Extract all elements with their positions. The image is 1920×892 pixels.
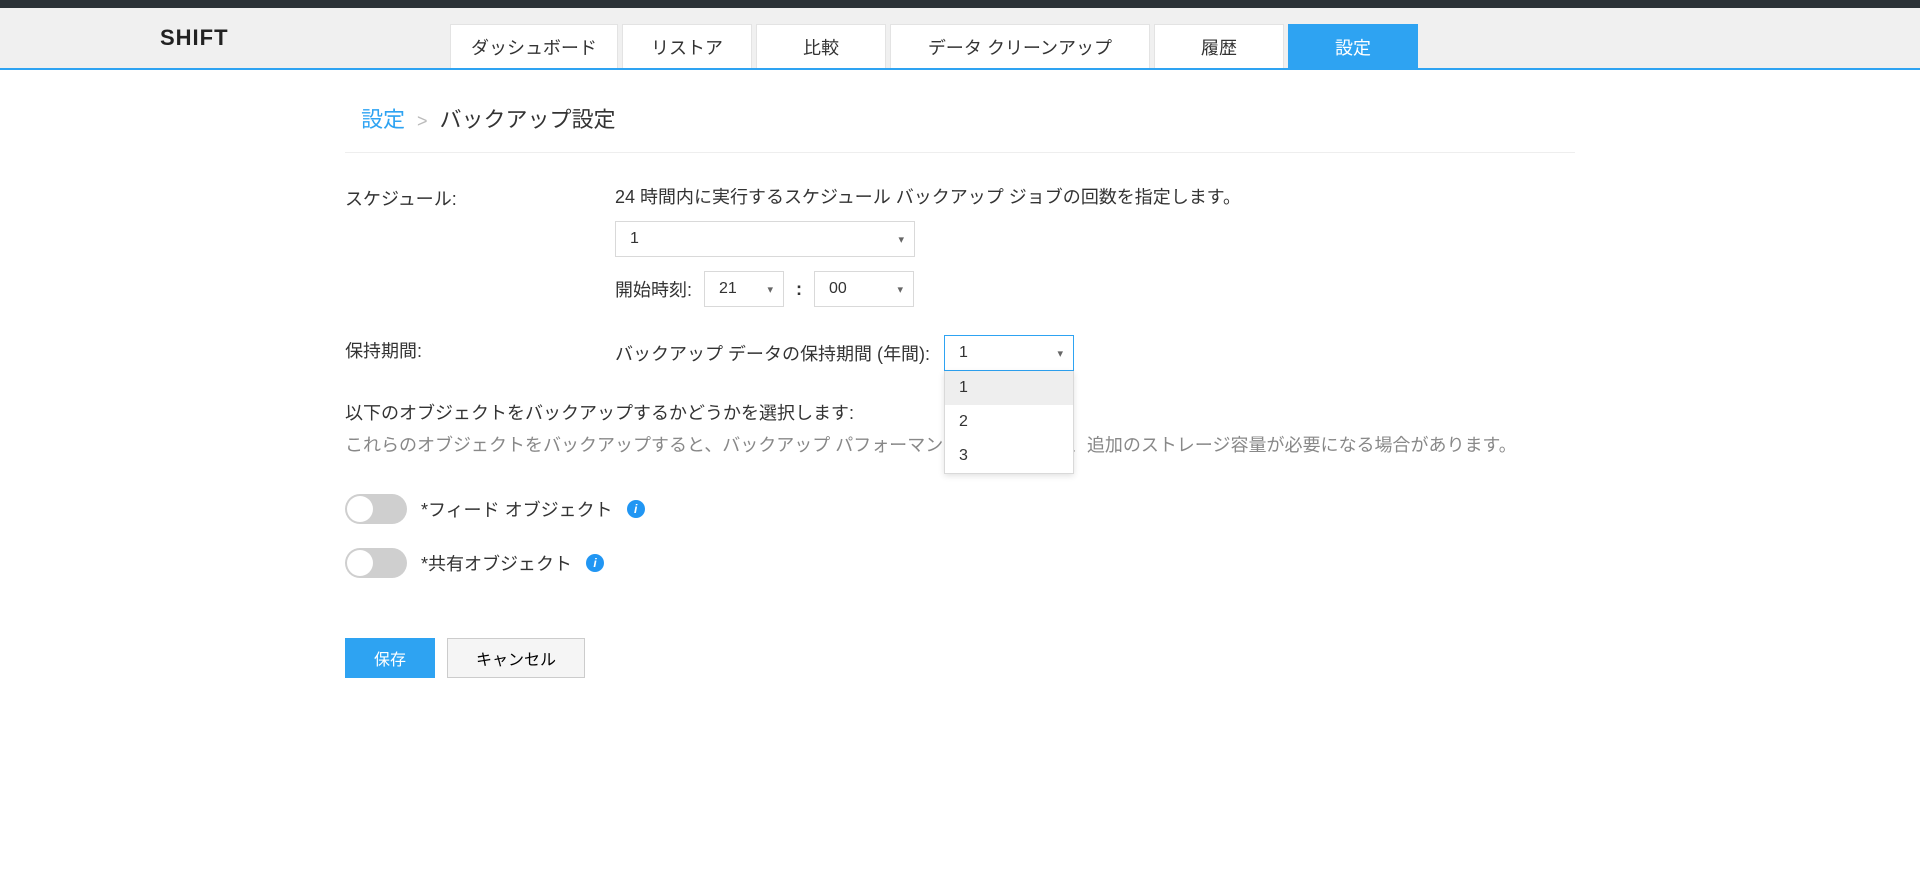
row-schedule: スケジュール: 24 時間内に実行するスケジュール バックアップ ジョブの回数を… [345,183,1575,307]
time-colon: : [796,279,802,300]
retention-years-value: 1 [959,344,968,362]
chevron-down-icon: ▾ [898,233,904,246]
page-content: 設定 > バックアップ設定 スケジュール: 24 時間内に実行するスケジュール … [345,70,1575,718]
header: SHIFT ダッシュボード リストア 比較 データ クリーンアップ 履歴 設定 [0,8,1920,70]
tab-compare[interactable]: 比較 [756,24,886,68]
toggle-feed-label: *フィード オブジェクト [421,496,613,522]
schedule-label: スケジュール: [345,183,615,211]
tab-settings[interactable]: 設定 [1288,24,1418,68]
form-actions: 保存 キャンセル [345,638,1575,678]
schedule-count-value: 1 [630,230,639,248]
retention-option-3[interactable]: 3 [945,439,1073,473]
retention-years-dropdown: 1 2 3 [944,371,1074,474]
schedule-count-select[interactable]: 1 ▾ [615,221,915,257]
tab-cleanup[interactable]: データ クリーンアップ [890,24,1150,68]
toggle-row-feed: *フィード オブジェクト i [345,494,1575,524]
schedule-field: 24 時間内に実行するスケジュール バックアップ ジョブの回数を指定します。 1… [615,183,1575,307]
tab-history[interactable]: 履歴 [1154,24,1284,68]
toggle-knob [347,496,373,522]
breadcrumb-current: バックアップ設定 [440,102,616,134]
retention-label: 保持期間: [345,335,615,363]
retention-option-2[interactable]: 2 [945,405,1073,439]
save-button[interactable]: 保存 [345,638,435,678]
retention-field-label: バックアップ データの保持期間 (年間): [615,340,930,366]
toggle-feed-object[interactable] [345,494,407,524]
tab-restore[interactable]: リストア [622,24,752,68]
row-retention: 保持期間: バックアップ データの保持期間 (年間): 1 ▾ 1 2 3 [345,335,1575,371]
top-strip [0,0,1920,8]
breadcrumb-root-link[interactable]: 設定 [361,102,405,134]
retention-option-1[interactable]: 1 [945,371,1073,405]
chevron-down-icon: ▾ [767,283,773,296]
start-minute-value: 00 [829,280,847,298]
breadcrumb-separator: > [417,111,428,132]
toggle-knob [347,550,373,576]
start-time-label: 開始時刻: [615,276,692,302]
toggle-row-shared: *共有オブジェクト i [345,548,1575,578]
toggle-shared-object[interactable] [345,548,407,578]
retention-select-wrap: 1 ▾ 1 2 3 [944,335,1074,371]
chevron-down-icon: ▾ [1057,347,1063,360]
retention-field: バックアップ データの保持期間 (年間): 1 ▾ 1 2 3 [615,335,1575,371]
chevron-down-icon: ▾ [897,283,903,296]
info-icon[interactable]: i [586,554,604,572]
toggle-shared-label: *共有オブジェクト [421,550,572,576]
cancel-button[interactable]: キャンセル [447,638,585,678]
tab-dashboard[interactable]: ダッシュボード [450,24,618,68]
retention-line: バックアップ データの保持期間 (年間): 1 ▾ 1 2 3 [615,335,1575,371]
brand-logo: SHIFT [160,25,450,51]
tab-bar: ダッシュボード リストア 比較 データ クリーンアップ 履歴 設定 [450,8,1418,68]
start-hour-value: 21 [719,280,737,298]
info-icon[interactable]: i [627,500,645,518]
schedule-help-text: 24 時間内に実行するスケジュール バックアップ ジョブの回数を指定します。 [615,183,1575,209]
start-hour-select[interactable]: 21 ▾ [704,271,784,307]
retention-years-select[interactable]: 1 ▾ [944,335,1074,371]
start-minute-select[interactable]: 00 ▾ [814,271,914,307]
backup-settings-form: スケジュール: 24 時間内に実行するスケジュール バックアップ ジョブの回数を… [345,153,1575,678]
breadcrumb: 設定 > バックアップ設定 [345,94,1575,153]
schedule-time-row: 開始時刻: 21 ▾ : 00 ▾ [615,271,1575,307]
